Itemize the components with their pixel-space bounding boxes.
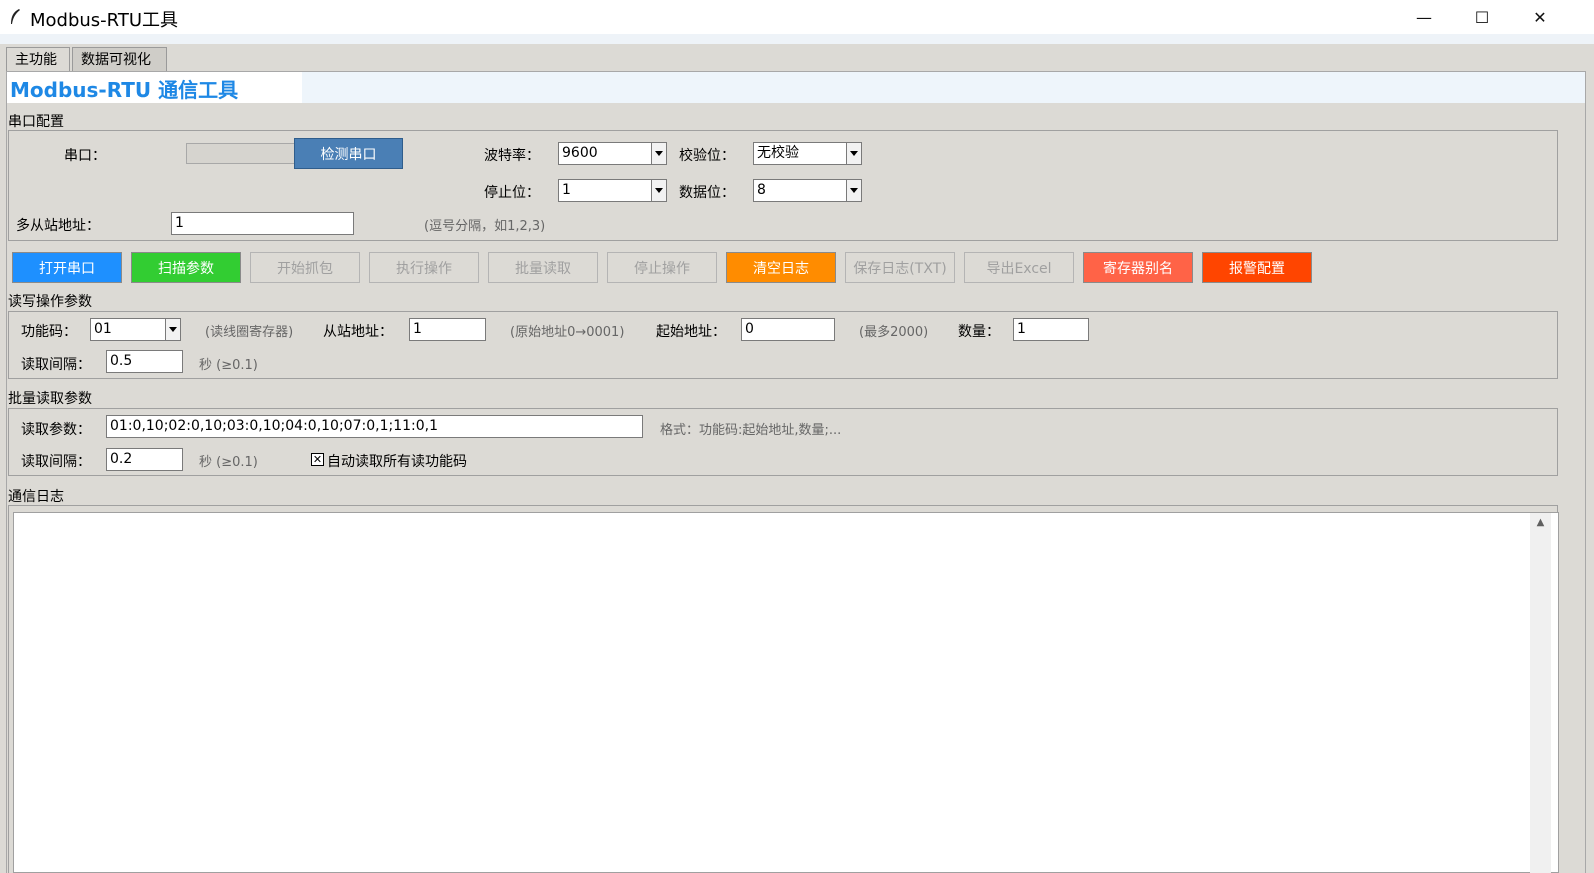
log-textarea[interactable] [13, 512, 1559, 873]
tab-visualization[interactable]: 数据可视化 [72, 47, 167, 72]
stopbits-combobox[interactable]: 1 [558, 179, 667, 202]
batch-interval-unit: 秒 (≥0.1) [199, 455, 258, 470]
func-code-value: 01 [94, 321, 112, 337]
auto-read-label[interactable]: 自动读取所有读功能码 [327, 451, 467, 471]
slaves-label: 多从站地址： [16, 218, 100, 234]
start-addr-input[interactable]: 0 [741, 318, 835, 341]
parity-label: 校验位： [679, 148, 735, 164]
port-combobox[interactable] [186, 143, 296, 164]
title-strip [0, 34, 1594, 44]
databits-value: 8 [757, 182, 766, 198]
stopbits-value: 1 [562, 182, 571, 198]
tab-main[interactable]: 主功能 [6, 47, 70, 72]
open-port-button[interactable]: 打开串口 [12, 252, 122, 283]
batch-interval-input[interactable]: 0.2 [106, 448, 183, 471]
batch-params-label: 读取参数： [21, 422, 91, 438]
slaves-hint: (逗号分隔，如1,2,3) [424, 219, 546, 234]
alarm-config-button[interactable]: 报警配置 [1202, 252, 1312, 283]
detect-port-button[interactable]: 检测串口 [294, 138, 403, 169]
stop-button[interactable]: 停止操作 [607, 252, 717, 283]
clear-log-button[interactable]: 清空日志 [726, 252, 836, 283]
chevron-down-icon [651, 143, 666, 164]
chevron-down-icon [165, 319, 180, 340]
rw-interval-label: 读取间隔： [21, 357, 91, 373]
chevron-down-icon [651, 180, 666, 201]
func-code-combobox[interactable]: 01 [90, 318, 181, 341]
export-excel-button[interactable]: 导出Excel [964, 252, 1074, 283]
func-code-label: 功能码： [21, 324, 77, 340]
window-title: Modbus-RTU工具 [30, 10, 179, 31]
batch-interval-label: 读取间隔： [21, 454, 91, 470]
scroll-up-icon[interactable]: ▲ [1530, 513, 1551, 533]
rw-params-title: 读写操作参数 [8, 294, 92, 310]
batch-format-hint: 格式：功能码:起始地址,数量;... [660, 423, 842, 438]
rw-interval-unit: 秒 (≥0.1) [199, 358, 258, 373]
rw-interval-input[interactable]: 0.5 [106, 350, 183, 373]
slaves-input[interactable]: 1 [171, 212, 354, 235]
execute-button[interactable]: 执行操作 [369, 252, 479, 283]
start-addr-label: 起始地址： [656, 324, 726, 340]
databits-label: 数据位： [679, 185, 735, 201]
baud-value: 9600 [562, 145, 598, 161]
chevron-down-icon [846, 143, 861, 164]
close-button[interactable]: ✕ [1511, 0, 1569, 34]
log-title: 通信日志 [8, 489, 64, 505]
register-alias-button[interactable]: 寄存器别名 [1083, 252, 1193, 283]
baud-label: 波特率： [484, 148, 540, 164]
slave-addr-hint: (原始地址0→0001) [510, 325, 625, 340]
save-log-button[interactable]: 保存日志(TXT) [845, 252, 955, 283]
func-code-hint: (读线圈寄存器) [205, 325, 294, 340]
databits-combobox[interactable]: 8 [753, 179, 862, 202]
feather-icon [11, 9, 20, 24]
minimize-button[interactable]: — [1395, 0, 1453, 34]
parity-combobox[interactable]: 无校验 [753, 142, 862, 165]
parity-value: 无校验 [757, 145, 799, 161]
slave-addr-label: 从站地址： [323, 324, 393, 340]
start-addr-hint: (最多2000) [859, 325, 929, 340]
count-input[interactable]: 1 [1013, 318, 1089, 341]
title-bar [0, 0, 1594, 34]
maximize-button[interactable]: ☐ [1453, 0, 1511, 34]
app-heading: Modbus-RTU 通信工具 [10, 78, 239, 102]
baud-combobox[interactable]: 9600 [558, 142, 667, 165]
count-label: 数量： [958, 324, 1000, 340]
batch-read-button[interactable]: 批量读取 [488, 252, 598, 283]
stopbits-label: 停止位： [484, 185, 540, 201]
slave-addr-input[interactable]: 1 [409, 318, 486, 341]
log-scrollbar[interactable] [1530, 513, 1551, 873]
start-capture-button[interactable]: 开始抓包 [250, 252, 360, 283]
serial-config-title: 串口配置 [8, 114, 64, 130]
batch-params-input[interactable]: 01:0,10;02:0,10;03:0,10;04:0,10;07:0,1;1… [106, 415, 643, 438]
batch-params-title: 批量读取参数 [8, 391, 92, 407]
chevron-down-icon [846, 180, 861, 201]
port-label: 串口： [64, 148, 106, 164]
scan-params-button[interactable]: 扫描参数 [131, 252, 241, 283]
auto-read-checkbox[interactable]: ✕ [311, 453, 324, 466]
